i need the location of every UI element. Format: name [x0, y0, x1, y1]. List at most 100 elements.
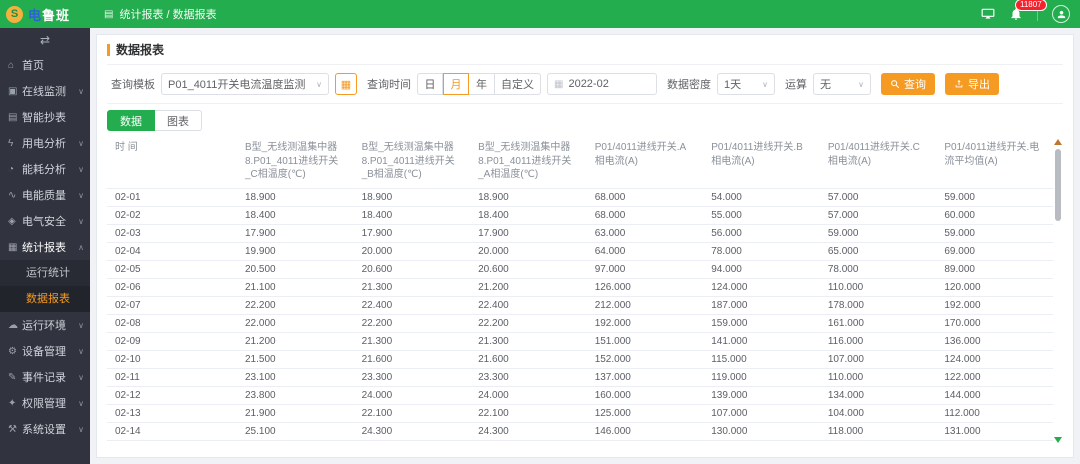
chevron-down-icon: ∨: [78, 86, 84, 96]
density-select[interactable]: 1天 ∨: [717, 73, 775, 95]
chevron-down-icon: ∨: [78, 372, 84, 382]
date-picker[interactable]: ▦ 2022-02: [547, 73, 657, 95]
table-cell: 02-12: [107, 386, 237, 405]
column-header: P01/4011进线开关.C相电流(A): [819, 137, 937, 189]
export-icon: [955, 79, 963, 88]
table-cell: 118.000: [819, 422, 937, 441]
table-row: 02-08 22.000 22.200 22.200 192.000 159.000 161…: [107, 314, 1053, 333]
table-cell: 20.000: [353, 242, 471, 261]
table-cell: 21.200: [237, 332, 354, 351]
sidebar-item-label: 能耗分析: [22, 164, 66, 176]
filter-toolbar: 查询模板 P01_4011开关电流温度监测 ∨ ▦ 查询时间 日月年自定义 ▦ …: [107, 65, 1063, 104]
table-row: 02-05 20.500 20.600 20.600 97.000 94.000 78.00…: [107, 260, 1053, 279]
sidebar-item[interactable]: ◔ 能耗分析 ∨: [0, 156, 90, 182]
sidebar-item[interactable]: ∿ 电能质量 ∨: [0, 182, 90, 208]
table-cell: 166.000: [819, 440, 937, 445]
table-cell: 69.000: [936, 242, 1053, 261]
sidebar-item[interactable]: ✦ 权限管理 ∨: [0, 390, 90, 416]
table-cell: 55.000: [703, 206, 820, 225]
column-header: B型_无线测温集中器8.P01_4011进线开关_C相温度(℃): [237, 137, 354, 189]
chevron-down-icon: ∨: [78, 190, 84, 200]
table-cell: 185.000: [586, 440, 704, 445]
table-cell: 63.000: [586, 224, 704, 243]
table-cell: 97.000: [586, 260, 704, 279]
tab[interactable]: 图表: [155, 110, 202, 131]
sidebar-item-label: 电气安全: [22, 216, 66, 228]
sidebar-subitem[interactable]: 数据报表: [0, 286, 90, 312]
table-cell: 137.000: [586, 368, 704, 387]
table-cell: 21.600: [353, 350, 471, 369]
table-cell: 187.000: [703, 296, 820, 315]
sidebar-item[interactable]: ⌂ 首页: [0, 52, 90, 78]
sidebar-item-label: 用电分析: [22, 138, 66, 150]
table-cell: 192.000: [586, 314, 704, 333]
sidebar-item[interactable]: ▦ 统计报表 ∧: [0, 234, 90, 260]
table-cell: 119.000: [703, 368, 820, 387]
user-avatar[interactable]: [1052, 5, 1070, 23]
table-cell: 22.400: [470, 296, 587, 315]
chevron-down-icon: ∨: [78, 138, 84, 148]
scroll-up-arrow[interactable]: [1054, 139, 1062, 145]
export-button[interactable]: 导出: [945, 73, 999, 95]
calendar-icon: ▦: [554, 78, 564, 90]
vertical-scrollbar[interactable]: [1053, 137, 1063, 445]
table-row: 02-07 22.200 22.400 22.400 212.000 187.000 178…: [107, 296, 1053, 315]
table-cell: 107.000: [819, 350, 937, 369]
table-header-row: 时 间 B型_无线测温集中器8.P01_4011进线开关_C相温度(℃) B型_无线…: [107, 137, 1053, 189]
time-range-button[interactable]: 年: [469, 73, 495, 95]
scroll-down-arrow[interactable]: [1054, 437, 1062, 443]
power-quality-icon: ∿: [8, 189, 17, 201]
table-cell: 131.000: [936, 422, 1053, 441]
table-cell: 68.000: [586, 206, 704, 225]
power-analysis-icon: ϟ: [8, 137, 14, 149]
column-header: B型_无线测温集中器8.P01_4011进线开关_B相温度(℃): [353, 137, 471, 189]
sidebar-item[interactable]: ✎ 事件记录 ∨: [0, 364, 90, 390]
template-manage-button[interactable]: ▦: [335, 73, 357, 95]
table-cell: 19.900: [237, 242, 354, 261]
sidebar-collapse-toggle[interactable]: ⇄: [0, 28, 90, 52]
sidebar-item[interactable]: ▣ 在线监测 ∨: [0, 78, 90, 104]
monitor-icon[interactable]: [981, 7, 995, 21]
sidebar-subitem[interactable]: 运行统计: [0, 260, 90, 286]
table-cell: 22.200: [237, 296, 354, 315]
page-title: 数据报表: [116, 43, 165, 57]
app-title: 电鲁班: [28, 7, 71, 23]
template-select[interactable]: P01_4011开关电流温度监测 ∨: [161, 73, 329, 95]
search-button[interactable]: 查询: [881, 73, 935, 95]
tab[interactable]: 数据: [107, 110, 155, 131]
sidebar-item[interactable]: ⚙ 设备管理 ∨: [0, 338, 90, 364]
table-cell: 18.400: [353, 206, 471, 225]
time-range-button[interactable]: 自定义: [495, 73, 541, 95]
notifications[interactable]: 11807: [1009, 0, 1047, 21]
table-cell: 02-02: [107, 206, 237, 225]
chevron-down-icon: ∨: [78, 164, 84, 174]
table-cell: 59.000: [936, 224, 1053, 243]
table-cell: 23.300: [470, 440, 587, 445]
table-cell: 02-13: [107, 404, 237, 423]
sidebar-item[interactable]: ϟ 用电分析 ∨: [0, 130, 90, 156]
table-cell: 02-05: [107, 260, 237, 279]
breadcrumb-list-icon: ▤: [104, 8, 114, 20]
sidebar-item[interactable]: ☁ 运行环境 ∨: [0, 312, 90, 338]
table-cell: 152.000: [586, 350, 704, 369]
table-row: 02-01 18.900 18.900 18.900 68.000 54.000 57.00…: [107, 188, 1053, 207]
column-header: 时 间: [107, 137, 237, 189]
time-range-button[interactable]: 日: [417, 73, 443, 95]
table-cell: 78.000: [703, 242, 820, 261]
table-cell: 192.000: [936, 296, 1053, 315]
table-cell: 23.800: [237, 386, 354, 405]
sidebar-item[interactable]: ▤ 智能抄表: [0, 104, 90, 130]
template-label: 查询模板: [111, 79, 155, 91]
table-cell: 144.000: [936, 386, 1053, 405]
device-management-icon: ⚙: [8, 345, 17, 357]
scrollbar-thumb[interactable]: [1055, 149, 1061, 221]
table-cell: 02-11: [107, 368, 237, 387]
operation-select[interactable]: 无 ∨: [813, 73, 871, 95]
table-cell: 21.300: [470, 332, 587, 351]
sidebar-item[interactable]: ◈ 电气安全 ∨: [0, 208, 90, 234]
time-range-button[interactable]: 月: [443, 73, 469, 95]
table-cell: 57.000: [819, 206, 937, 225]
table-cell: 17.900: [353, 224, 471, 243]
column-header: P01/4011进线开关.电流平均值(A): [936, 137, 1053, 189]
sidebar-item[interactable]: ⚒ 系统设置 ∨: [0, 416, 90, 442]
